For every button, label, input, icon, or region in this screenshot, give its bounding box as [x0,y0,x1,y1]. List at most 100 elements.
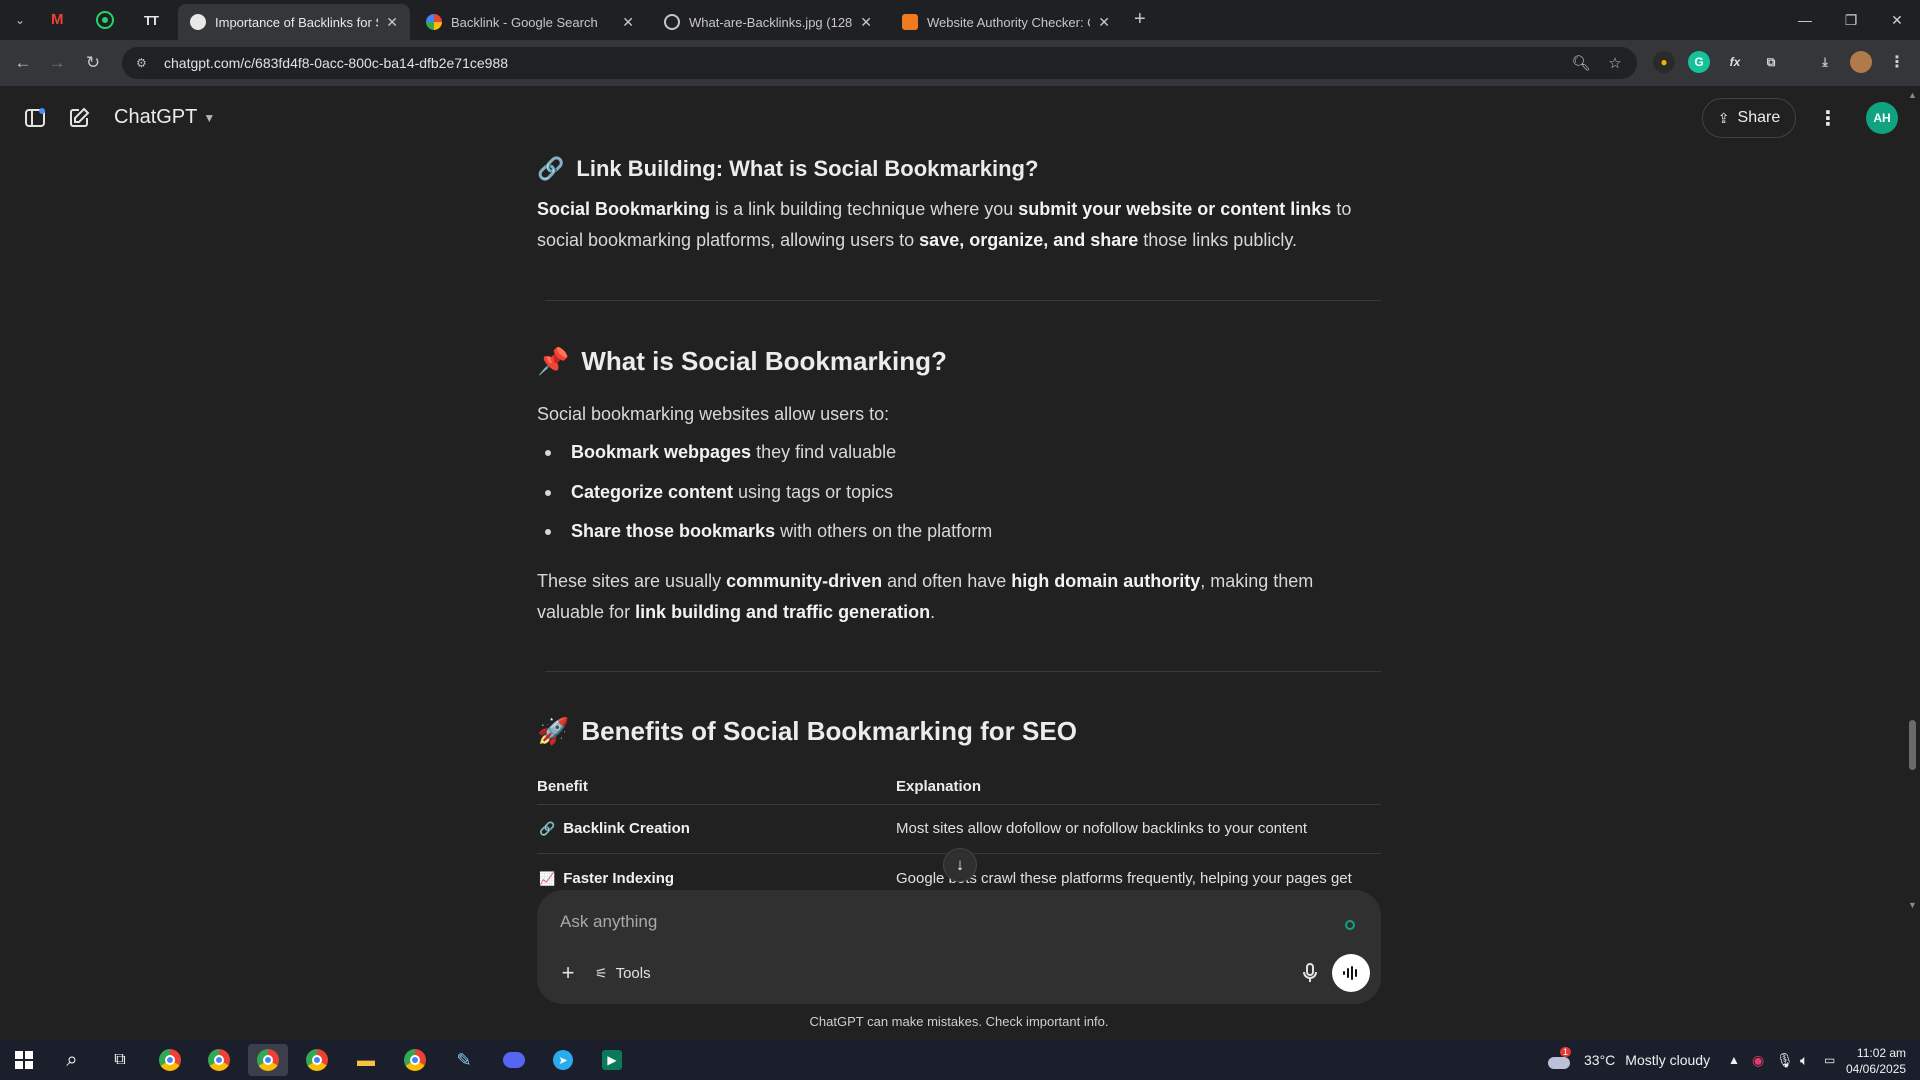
scroll-up-arrow-icon[interactable]: ▲ [1908,90,1917,100]
show-hidden-icons-chevron-icon[interactable]: ▲ [1728,1040,1740,1080]
volume-icon[interactable]: 🔈︎ [1800,1040,1808,1080]
tab-what-are-backlinks-image[interactable]: What-are-Backlinks.jpg (1282× ✕ [652,4,884,40]
prompt-input[interactable]: Ask anything [560,912,657,932]
weather-widget[interactable]: 1 33°C Mostly cloudy [1548,1040,1710,1080]
task-view-icon[interactable]: ⧉ [100,1044,140,1076]
new-chat-icon[interactable] [64,103,94,133]
close-icon[interactable]: ✕ [860,14,872,31]
terminal-logo: ▶ [602,1050,622,1070]
extension-pin-icon[interactable]: ● [1653,51,1675,73]
tools-button[interactable]: ⚟ Tools [595,956,651,990]
table-cell-explanation: Most sites allow dofollow or nofollow ba… [896,820,1308,837]
text: . [930,602,936,622]
tab-title: Backlink - Google Search [451,14,598,30]
clock-date: 04/06/2025 [1846,1062,1907,1076]
site-info-icon[interactable]: ⚙ [136,56,150,70]
user-avatar[interactable]: AH [1866,102,1898,134]
taskbar-chrome-1[interactable] [150,1044,190,1076]
chevron-down-icon: ▼ [203,110,216,125]
paragraph-social-bookmarking-definition: Social Bookmarking is a link building te… [537,194,1381,256]
tab-title: What-are-Backlinks.jpg (1282× [689,14,853,30]
voice-mode-button[interactable] [1332,954,1370,992]
download-icon[interactable]: ⤓ [1814,51,1836,73]
list-item: Categorize content using tags or topics [545,482,893,503]
bold-text: Social Bookmarking [537,199,711,219]
globe-icon [664,14,680,30]
minimize-icon[interactable]: — [1782,0,1828,40]
tab-search-chevron-icon[interactable]: ⌄ [0,0,40,40]
tab-backlink-google-search[interactable]: Backlink - Google Search ✕ [414,4,646,40]
terminal-app-icon[interactable]: ▶ [592,1044,632,1076]
table-cell-benefit: 📈 Faster Indexing [539,870,674,887]
search-icon[interactable]: ⌕ [52,1044,92,1076]
close-icon[interactable]: ✕ [1098,14,1110,31]
discord-icon[interactable] [494,1044,534,1076]
notepad-icon[interactable]: ✎ [444,1044,484,1076]
bold-text: link building and traffic generation [635,602,931,622]
start-windows-icon[interactable] [4,1044,44,1076]
fx-extension-icon[interactable]: fx [1724,51,1746,73]
microphone-icon[interactable] [1293,956,1327,990]
close-icon[interactable]: ✕ [622,14,634,31]
microphone-tray-icon[interactable]: 🎙︎ [1776,1040,1794,1080]
heading-text: Benefits of Social Bookmarking for SEO [581,716,1077,746]
zoom-icon[interactable]: 🔍︎ [1567,49,1595,77]
telegram-icon[interactable]: ➤ [543,1044,583,1076]
address-bar[interactable]: ⚙ chatgpt.com/c/683fd4f8-0acc-800c-ba14-… [122,47,1637,79]
text: These sites are usually [537,571,727,591]
taskbar-chrome-4[interactable] [297,1044,337,1076]
sidebar-toggle-icon[interactable] [20,103,50,133]
grammarly-icon[interactable]: G [1688,51,1710,73]
table-cell-benefit: 🔗 Backlink Creation [539,820,690,837]
forward-arrow-icon[interactable]: → [42,48,72,78]
pushpin-icon: 📌 [537,346,570,376]
back-arrow-icon[interactable]: ← [8,48,38,78]
chrome-icon [306,1049,328,1071]
link-icon: 🔗 [537,156,565,181]
bookmark-star-icon[interactable]: ☆ [1601,49,1629,77]
pinned-tab-gmail[interactable] [36,0,82,40]
scroll-to-bottom-arrow-icon[interactable]: ↓ [943,848,977,882]
close-icon[interactable]: ✕ [386,14,398,31]
add-attachment-plus-icon[interactable]: + [551,956,585,990]
bullet-dot [545,449,551,456]
tab-website-authority-checker[interactable]: Website Authority Checker: Che ✕ [890,4,1122,40]
browser-menu-icon[interactable]: ⋮ [1886,51,1908,73]
page-scrollbar[interactable] [1905,86,1920,904]
share-button[interactable]: ⇪ Share [1702,98,1796,138]
reload-icon[interactable]: ↻ [78,48,108,78]
extensions-puzzle-icon[interactable]: ⧉ [1760,51,1782,73]
scrollbar-thumb[interactable] [1909,720,1916,770]
chart-increasing-icon: 📈 [539,870,556,886]
list-item: Bookmark webpages they find valuable [545,442,896,463]
link-icon: 🔗 [539,820,556,836]
network-icon[interactable]: ▭ [1824,1040,1835,1080]
bold-text: Categorize content [571,482,734,502]
pinned-tab-whatsapp[interactable] [82,0,128,40]
taskbar-chrome-2[interactable] [199,1044,239,1076]
discord-logo [503,1052,525,1068]
heading-text: What is Social Bookmarking? [581,346,947,376]
list-item: Share those bookmarks with others on the… [545,521,992,542]
taskbar-chrome-5[interactable] [395,1044,435,1076]
scroll-down-arrow-icon[interactable]: ▼ [1908,900,1917,910]
file-explorer-icon[interactable]: ▬ [346,1044,386,1076]
tab-importance-of-backlinks[interactable]: Importance of Backlinks for SEO ✕ [178,4,410,40]
clock[interactable]: 11:02 am 04/06/2025 [1846,1045,1906,1077]
more-options-icon[interactable]: ⋮ [1812,102,1844,134]
tt-icon: TT [144,12,159,28]
pinned-tab-tiktok[interactable]: TT [128,0,174,40]
paragraph-community-driven: These sites are usually community-driven… [537,566,1381,628]
profile-avatar-icon[interactable] [1850,51,1872,73]
weather-alert-badge: 1 [1560,1047,1572,1057]
new-tab-plus-icon[interactable]: + [1134,8,1146,31]
restore-icon[interactable]: ❐ [1828,0,1874,40]
divider [545,300,1381,301]
model-selector[interactable]: ChatGPT ▼ [114,106,215,129]
bullet-dot [545,528,551,535]
taskbar-chrome-3[interactable] [248,1044,288,1076]
assistant-message: 🔗 Link Building: What is Social Bookmark… [537,150,1381,890]
window-close-icon[interactable]: ✕ [1874,0,1920,40]
composer[interactable]: Ask anything + ⚟ Tools [537,890,1381,1004]
recording-icon[interactable]: ◉ [1752,1040,1764,1080]
